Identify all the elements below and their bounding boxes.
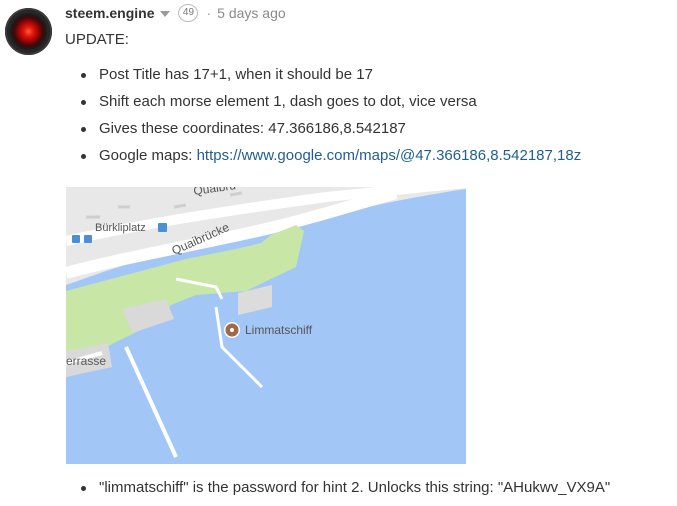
list-item-text: Gives these coordinates: 47.366186,8.542… [99,120,406,137]
list-item-prefix: Google maps: [99,147,197,164]
separator: · [206,5,212,21]
reputation-badge: 49 [178,4,199,22]
map-label-square: Bürkliplatz [95,222,146,234]
map-image: Quaibrü Bürkliplatz Quaibrücke errasse L… [66,187,466,464]
comment-heading: UPDATE: [65,31,129,48]
map-label-terrace: errasse [66,354,106,368]
tram-icon [72,235,80,243]
list-item: "limmatschiff" is the password for hint … [75,478,610,498]
comment-header: steem.engine 49 · 5 days ago [65,4,286,22]
bullet-list-bottom: "limmatschiff" is the password for hint … [75,478,610,498]
chevron-down-icon[interactable] [160,10,171,17]
list-item-text: Shift each morse element 1, dash goes to… [99,93,477,110]
list-item: Post Title has 17+1, when it should be 1… [75,65,581,92]
list-item: Gives these coordinates: 47.366186,8.542… [75,119,581,146]
list-item-text: "limmatschiff" is the password for hint … [99,479,611,496]
bullet-list: Post Title has 17+1, when it should be 1… [75,65,581,173]
bus-icon [84,235,92,243]
list-item: Google maps: https://www.google.com/maps… [75,146,581,173]
transit-stop-icon [158,223,167,232]
list-item-text: Post Title has 17+1, when it should be 1… [99,66,373,83]
timestamp[interactable]: 5 days ago [217,5,286,21]
pin-center [230,328,234,332]
google-maps-link[interactable]: https://www.google.com/maps/@47.366186,8… [197,147,582,164]
list-item: Shift each morse element 1, dash goes to… [75,92,581,119]
map-label-place: Limmatschiff [245,323,313,337]
avatar[interactable] [5,8,52,55]
author-name[interactable]: steem.engine [65,5,154,21]
